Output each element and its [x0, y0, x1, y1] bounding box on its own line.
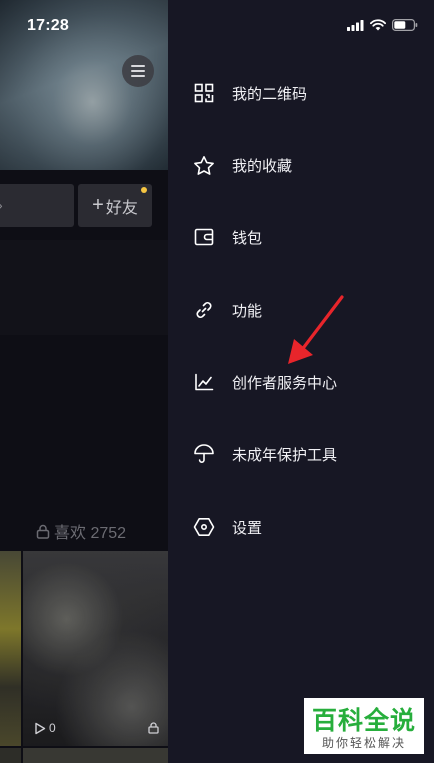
drawer-item-label: 未成年保护工具 [232, 446, 338, 464]
drawer-item-favorites[interactable]: 我的收藏 [192, 150, 412, 180]
video-view-count: 0 [34, 721, 56, 735]
drawer-item-label: 钱包 [232, 229, 263, 247]
lock-icon [148, 722, 159, 734]
plus-icon: + [92, 194, 104, 216]
signal-icon [347, 19, 364, 31]
watermark-subtitle: 助你轻松解决 [321, 736, 406, 750]
drawer-item-settings[interactable]: 设置 [192, 512, 412, 542]
wifi-icon [370, 19, 386, 31]
watermark-logo: 百科全说 助你轻松解决 [304, 698, 424, 754]
likes-label: 喜欢 2752 [54, 525, 127, 542]
play-icon [35, 722, 46, 734]
wallet-icon [192, 225, 216, 249]
add-friend-label: 好友 [105, 199, 138, 217]
settings-hexagon-icon [192, 515, 216, 539]
status-icons [347, 19, 418, 31]
hamburger-icon [131, 65, 145, 77]
profile-info-section [0, 240, 168, 335]
lock-icon [36, 524, 50, 539]
umbrella-icon [192, 442, 216, 466]
notification-dot [141, 187, 147, 193]
edit-profile-button[interactable]: › [0, 184, 74, 227]
status-time: 17:28 [27, 17, 69, 34]
battery-icon [392, 19, 418, 31]
watermark-title: 百科全说 [311, 707, 416, 735]
star-icon [192, 153, 216, 177]
video-thumbnail[interactable] [23, 551, 168, 746]
side-drawer: 我的二维码 我的收藏 钱包 功能 创作者服务中心 未成年保护工具 设置 [168, 0, 434, 763]
video-thumbnail[interactable] [23, 748, 168, 763]
drawer-item-label: 我的收藏 [232, 157, 293, 175]
profile-page-background: 17:28 › + 好友 喜欢 2752 0 [0, 0, 168, 763]
video-thumbnail[interactable] [0, 551, 21, 746]
drawer-item-qr-code[interactable]: 我的二维码 [192, 78, 412, 108]
drawer-item-label: 创作者服务中心 [232, 374, 338, 392]
drawer-item-wallet[interactable]: 钱包 [192, 222, 412, 252]
annotation-arrow-icon [288, 295, 344, 364]
chart-icon [192, 370, 216, 394]
drawer-item-label: 我的二维码 [232, 85, 308, 103]
link-icon [192, 298, 216, 322]
partial-chevron-icon: › [0, 197, 3, 213]
drawer-item-label: 设置 [232, 519, 263, 537]
likes-tab[interactable]: 喜欢 2752 [36, 519, 126, 543]
video-thumbnail[interactable] [0, 748, 21, 763]
drawer-item-minor-protection[interactable]: 未成年保护工具 [192, 439, 412, 469]
profile-menu-button[interactable] [122, 55, 154, 87]
qr-code-icon [192, 81, 216, 105]
view-count: 0 [49, 721, 56, 735]
drawer-item-label: 功能 [232, 302, 263, 320]
drawer-item-creator-center[interactable]: 创作者服务中心 [192, 367, 412, 397]
